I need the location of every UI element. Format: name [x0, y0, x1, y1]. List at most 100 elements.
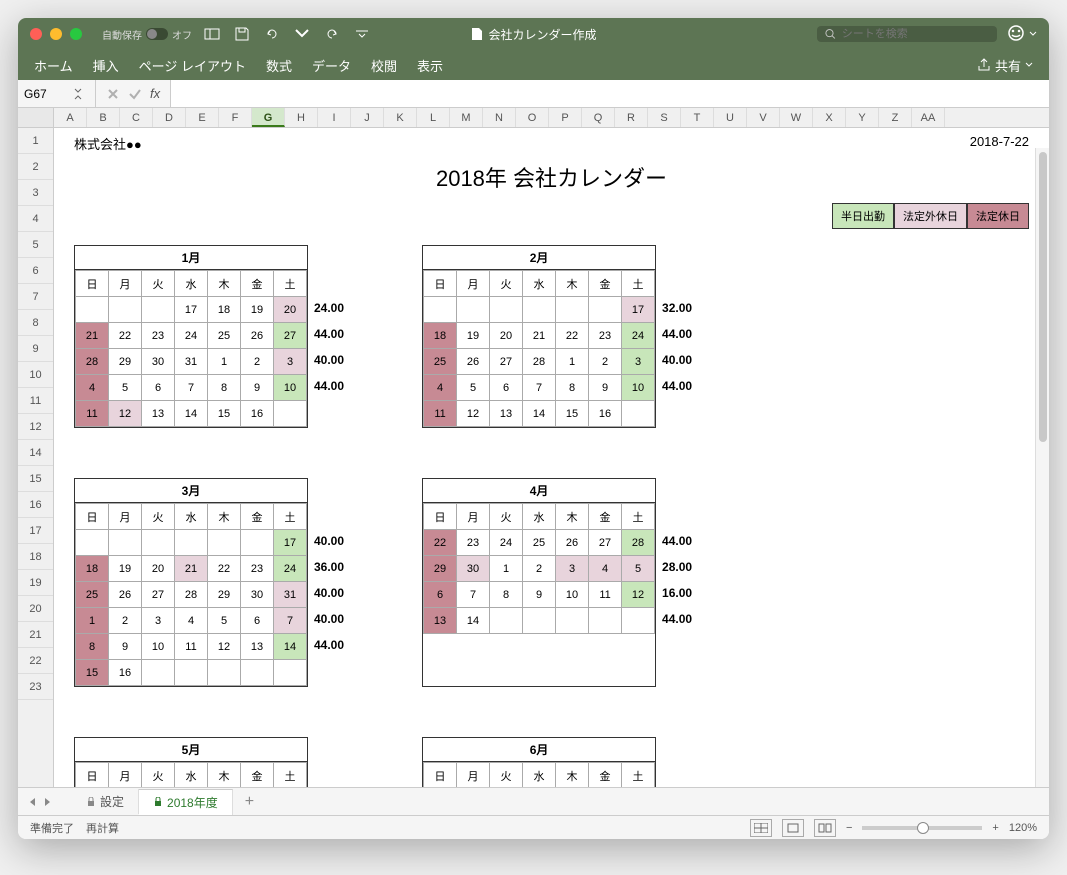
- column-header[interactable]: R: [615, 108, 648, 127]
- column-header[interactable]: V: [747, 108, 780, 127]
- month-feb: 2月日月火水木金土1718192021222324252627281234567…: [422, 245, 692, 428]
- row-header[interactable]: 5: [18, 232, 53, 258]
- column-header[interactable]: T: [681, 108, 714, 127]
- column-header[interactable]: B: [87, 108, 120, 127]
- row-header[interactable]: 20: [18, 596, 53, 622]
- select-all-corner[interactable]: [18, 108, 54, 127]
- row-header[interactable]: 14: [18, 440, 53, 466]
- maximize-window-button[interactable]: [70, 28, 82, 40]
- view-normal-button[interactable]: [750, 819, 772, 837]
- tab-insert[interactable]: 挿入: [93, 56, 119, 75]
- month-jan: 1月日月火水木金土1718192021222324252627282930311…: [74, 245, 344, 428]
- calendar-title: 2018年 会社カレンダー: [74, 161, 1029, 193]
- column-header[interactable]: X: [813, 108, 846, 127]
- ribbon-toggle-icon[interactable]: [204, 26, 220, 42]
- column-header[interactable]: C: [120, 108, 153, 127]
- close-window-button[interactable]: [30, 28, 42, 40]
- row-header[interactable]: 18: [18, 544, 53, 570]
- tab-nav-next-icon[interactable]: [42, 797, 52, 807]
- row-header[interactable]: 11: [18, 388, 53, 414]
- save-icon[interactable]: [234, 26, 250, 42]
- fx-label[interactable]: fx: [150, 86, 160, 101]
- redo-icon[interactable]: [324, 26, 340, 42]
- autosave-toggle[interactable]: 自動保存 オフ: [102, 27, 192, 42]
- tab-formulas[interactable]: 数式: [266, 56, 292, 75]
- tab-review[interactable]: 校閲: [371, 56, 397, 75]
- row-header[interactable]: 3: [18, 180, 53, 206]
- tab-data[interactable]: データ: [312, 56, 351, 75]
- column-header[interactable]: Y: [846, 108, 879, 127]
- column-header[interactable]: D: [153, 108, 186, 127]
- column-header[interactable]: G: [252, 108, 285, 127]
- legend-non-statutory: 法定外休日: [894, 203, 967, 229]
- sheet-tab-settings[interactable]: 設定: [72, 789, 139, 814]
- row-header[interactable]: 7: [18, 284, 53, 310]
- name-box-dropdown-icon[interactable]: [73, 88, 89, 100]
- column-header[interactable]: E: [186, 108, 219, 127]
- undo-icon[interactable]: [264, 26, 280, 42]
- sheet-tab-active[interactable]: 2018年度: [139, 789, 233, 815]
- column-header[interactable]: I: [318, 108, 351, 127]
- accept-formula-icon[interactable]: [128, 87, 142, 101]
- search-input[interactable]: [842, 28, 989, 40]
- zoom-in-button[interactable]: +: [992, 822, 998, 834]
- row-header[interactable]: 8: [18, 310, 53, 336]
- search-box[interactable]: [817, 26, 997, 42]
- row-header[interactable]: 1: [18, 128, 53, 154]
- view-page-break-button[interactable]: [814, 819, 836, 837]
- view-page-layout-button[interactable]: [782, 819, 804, 837]
- row-header[interactable]: 21: [18, 622, 53, 648]
- row-header[interactable]: 9: [18, 336, 53, 362]
- column-header[interactable]: O: [516, 108, 549, 127]
- column-header[interactable]: P: [549, 108, 582, 127]
- row-header[interactable]: 12: [18, 414, 53, 440]
- cells-area[interactable]: 株式会社●● 2018-7-22 2018年 会社カレンダー 半日出勤 法定外休…: [54, 128, 1049, 787]
- undo-chevron-icon[interactable]: [294, 26, 310, 42]
- row-header[interactable]: 2: [18, 154, 53, 180]
- column-header[interactable]: Z: [879, 108, 912, 127]
- column-header[interactable]: H: [285, 108, 318, 127]
- add-sheet-button[interactable]: +: [233, 789, 266, 815]
- minimize-window-button[interactable]: [50, 28, 62, 40]
- share-button[interactable]: 共有: [977, 56, 1033, 75]
- row-header[interactable]: 16: [18, 492, 53, 518]
- vertical-scrollbar[interactable]: [1035, 148, 1049, 787]
- row-header[interactable]: 19: [18, 570, 53, 596]
- feedback-chevron-icon[interactable]: [1029, 30, 1037, 38]
- name-box[interactable]: G67: [18, 80, 96, 107]
- column-header[interactable]: U: [714, 108, 747, 127]
- row-header[interactable]: 10: [18, 362, 53, 388]
- column-header[interactable]: M: [450, 108, 483, 127]
- column-header[interactable]: L: [417, 108, 450, 127]
- column-header[interactable]: AA: [912, 108, 945, 127]
- row-header[interactable]: 6: [18, 258, 53, 284]
- column-header[interactable]: Q: [582, 108, 615, 127]
- column-header[interactable]: N: [483, 108, 516, 127]
- zoom-slider[interactable]: [862, 826, 982, 830]
- column-header[interactable]: F: [219, 108, 252, 127]
- row-header[interactable]: 22: [18, 648, 53, 674]
- document-icon: [470, 27, 482, 41]
- column-header[interactable]: W: [780, 108, 813, 127]
- feedback-button[interactable]: [1007, 24, 1025, 45]
- zoom-level[interactable]: 120%: [1009, 822, 1037, 834]
- tab-view[interactable]: 表示: [417, 56, 443, 75]
- formula-input[interactable]: [171, 80, 1049, 107]
- tab-page-layout[interactable]: ページ レイアウト: [139, 56, 246, 75]
- column-header[interactable]: J: [351, 108, 384, 127]
- row-header[interactable]: 4: [18, 206, 53, 232]
- row-header[interactable]: 17: [18, 518, 53, 544]
- column-headers: ABCDEFGHIJKLMNOPQRSTUVWXYZAA: [18, 108, 1049, 128]
- column-header[interactable]: A: [54, 108, 87, 127]
- month-apr: 4月日月火水木金土2223242526272829301234567891011…: [422, 478, 692, 687]
- zoom-out-button[interactable]: −: [846, 822, 852, 834]
- tab-home[interactable]: ホーム: [34, 56, 73, 75]
- cancel-formula-icon[interactable]: [106, 87, 120, 101]
- column-header[interactable]: K: [384, 108, 417, 127]
- row-header[interactable]: 15: [18, 466, 53, 492]
- qat-chevron-icon[interactable]: [354, 26, 370, 42]
- legend: 半日出勤 法定外休日 法定休日: [74, 203, 1029, 229]
- tab-nav-prev-icon[interactable]: [28, 797, 38, 807]
- column-header[interactable]: S: [648, 108, 681, 127]
- row-header[interactable]: 23: [18, 674, 53, 700]
